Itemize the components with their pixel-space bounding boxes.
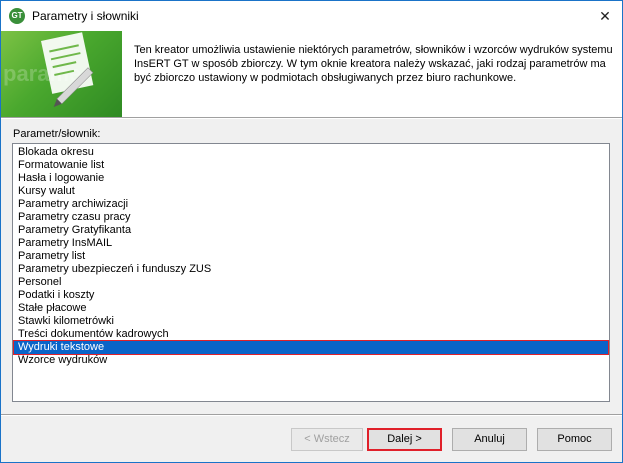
list-item[interactable]: Stałe płacowe bbox=[14, 302, 608, 315]
parameter-listbox[interactable]: Blokada okresu Formatowanie list Hasła i l… bbox=[12, 143, 610, 402]
header-divider-highlight bbox=[1, 118, 622, 119]
list-item[interactable]: Formatowanie list bbox=[14, 159, 608, 172]
wizard-description: Ten kreator umożliwia ustawienie niektór… bbox=[134, 44, 613, 84]
footer-divider-highlight bbox=[1, 415, 622, 416]
back-button[interactable]: < Wstecz bbox=[291, 428, 363, 451]
list-item[interactable]: Treści dokumentów kadrowych bbox=[14, 328, 608, 341]
list-item[interactable]: Wydruki tekstowe bbox=[13, 340, 609, 355]
wizard-banner-image: parame bbox=[1, 31, 122, 117]
next-button[interactable]: Dalej > bbox=[367, 428, 442, 451]
list-item[interactable]: Parametry list bbox=[14, 250, 608, 263]
list-item[interactable]: Personel bbox=[14, 276, 608, 289]
window-title: Parametry i słowniki bbox=[32, 9, 139, 23]
app-icon: GT bbox=[9, 8, 25, 24]
list-item[interactable]: Blokada okresu bbox=[14, 146, 608, 159]
list-label: Parametr/słownik: bbox=[13, 128, 101, 140]
list-item[interactable]: Wzorce wydruków bbox=[14, 354, 608, 367]
document-pen-icon bbox=[41, 32, 94, 108]
list-item[interactable]: Hasła i logowanie bbox=[14, 172, 608, 185]
list-item[interactable]: Podatki i koszty bbox=[14, 289, 608, 302]
list-item[interactable]: Kursy walut bbox=[14, 185, 608, 198]
list-item[interactable]: Parametry czasu pracy bbox=[14, 211, 608, 224]
cancel-button[interactable]: Anuluj bbox=[452, 428, 527, 451]
list-item[interactable]: Parametry archiwizacji bbox=[14, 198, 608, 211]
wizard-header: parame Ten kreator umożliwia ustawienie … bbox=[1, 31, 622, 117]
list-item[interactable]: Stawki kilometrówki bbox=[14, 315, 608, 328]
help-button[interactable]: Pomoc bbox=[537, 428, 612, 451]
list-item[interactable]: Parametry InsMAIL bbox=[14, 237, 608, 250]
wizard-window: GT Parametry i słowniki ✕ parame Ten kre… bbox=[0, 0, 623, 463]
title-bar[interactable]: GT Parametry i słowniki ✕ bbox=[1, 1, 622, 31]
list-item[interactable]: Parametry ubezpieczeń i funduszy ZUS bbox=[14, 263, 608, 276]
list-item[interactable]: Parametry Gratyfikanta bbox=[14, 224, 608, 237]
close-button[interactable]: ✕ bbox=[588, 1, 622, 31]
